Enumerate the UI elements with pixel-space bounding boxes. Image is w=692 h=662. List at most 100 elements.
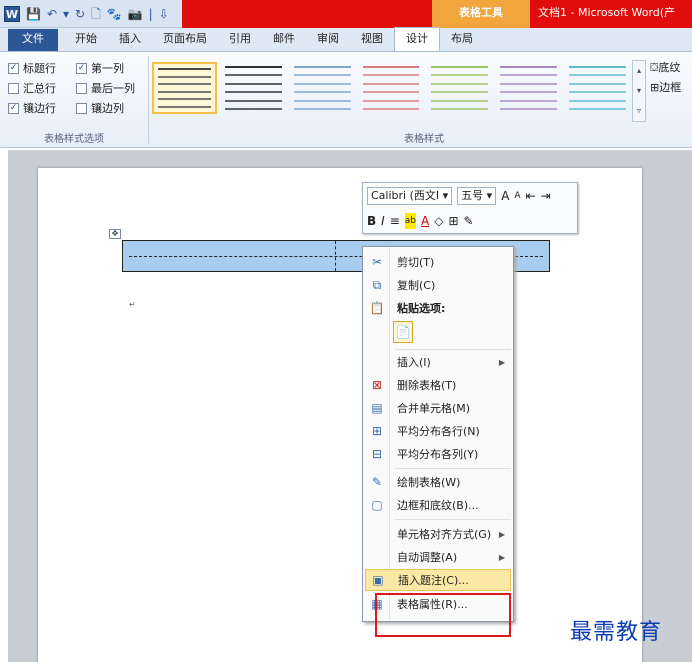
delete-table-icon: ⊠ — [371, 378, 383, 392]
table-style-options: ✓ 标题行 ✓ 第一列 汇总行 最后一列 ✓ 镶边行 镶边列 — [8, 58, 148, 118]
grow-font-icon[interactable]: A — [501, 188, 509, 204]
banded-columns-option[interactable]: 镶边列 — [76, 100, 144, 116]
bold-icon[interactable]: B — [367, 213, 376, 229]
table-style-swatch[interactable] — [152, 62, 217, 114]
italic-icon[interactable]: I — [381, 213, 385, 229]
tab-references[interactable]: 引用 — [218, 29, 262, 51]
new-document-icon[interactable]: 🗋 — [91, 6, 101, 22]
document-title: 文档1 - Microsoft Word(产 — [530, 0, 692, 28]
menu-item-cell-alignment[interactable]: 单元格对齐方式(G) ▶ — [365, 523, 511, 545]
borders-button[interactable]: ⊞边框 — [650, 78, 681, 98]
gallery-scroll[interactable]: ▴ ▾ ▿ — [632, 60, 646, 122]
tab-file[interactable]: 文件 — [8, 29, 58, 51]
tab-mailings[interactable]: 邮件 — [262, 29, 306, 51]
border-icon[interactable]: ⊞ — [448, 213, 458, 229]
menu-separator — [395, 519, 511, 520]
mini-toolbar: Calibri (西文Ⅰ ▾ 五号 ▾ A A ⇤ ⇥ B I ≡ ab A ◇… — [362, 182, 578, 234]
distribute-rows-icon: ⊞ — [371, 424, 383, 438]
borders-icon: ⊞ — [650, 81, 660, 94]
table-style-swatch[interactable] — [565, 62, 630, 114]
undo-icon[interactable]: ↶ — [47, 6, 57, 22]
submenu-arrow-icon: ▶ — [498, 529, 505, 539]
checkbox-checked[interactable]: ✓ — [8, 62, 19, 74]
shading-borders-group: ⛋底纹 ⊞边框 — [650, 58, 681, 98]
increase-indent-icon[interactable]: ⇥ — [541, 188, 551, 204]
merge-cells-icon: ▤ — [371, 401, 383, 415]
menu-item-distribute-columns[interactable]: ⊟ 平均分布各列(Y) — [365, 443, 511, 465]
paragraph-mark: ↵ — [129, 300, 136, 309]
tab-insert[interactable]: 插入 — [108, 29, 152, 51]
menu-item-distribute-rows[interactable]: ⊞ 平均分布各行(N) — [365, 420, 511, 442]
table-style-swatch[interactable] — [290, 62, 355, 114]
format-painter-icon[interactable]: 🐾 — [107, 6, 122, 22]
title-bar: W 💾 ↶ ▾ ↻ 🗋 🐾 📷 | ⇩ 表格工具 文档1 - Microsoft… — [0, 0, 692, 28]
checkbox-unchecked[interactable] — [8, 82, 19, 94]
paste-icon: 📋 — [369, 301, 385, 315]
menu-item-insert[interactable]: 插入(I) ▶ — [365, 351, 511, 373]
first-column-option[interactable]: ✓ 第一列 — [76, 60, 144, 76]
paste-keep-format-icon[interactable]: 📄 — [393, 321, 413, 343]
font-name-select[interactable]: Calibri (西文Ⅰ ▾ — [367, 186, 453, 205]
menu-item-borders-shading[interactable]: ▢ 边框和底纹(B)... — [365, 494, 511, 516]
checkbox-checked[interactable]: ✓ — [8, 102, 19, 114]
document-page[interactable]: ✥ ↵ — [38, 168, 642, 662]
shrink-font-icon[interactable]: A — [514, 188, 520, 204]
title-bar-highlight — [182, 0, 432, 28]
total-row-option[interactable]: 汇总行 — [8, 80, 76, 96]
tab-review[interactable]: 审阅 — [306, 29, 350, 51]
ribbon: ✓ 标题行 ✓ 第一列 汇总行 最后一列 ✓ 镶边行 镶边列 表格样式选项 ▴ ▾ ▿ ⛋… — [0, 52, 692, 148]
menu-item-draw-table[interactable]: ✎ 绘制表格(W) — [365, 471, 511, 493]
center-align-icon[interactable]: ≡ — [390, 213, 400, 229]
shading-icon[interactable]: ◇ — [434, 213, 443, 229]
style-option-row: 汇总行 最后一列 — [8, 78, 148, 98]
table-style-swatch[interactable] — [496, 62, 561, 114]
shading-button[interactable]: ⛋底纹 — [650, 58, 681, 78]
font-color-icon[interactable]: A — [421, 213, 429, 229]
checkbox-unchecked[interactable] — [76, 82, 87, 94]
table-styles-gallery — [152, 58, 630, 124]
table-style-swatch[interactable] — [427, 62, 492, 114]
ribbon-tabs: 文件 开始 插入 页面布局 引用 邮件 审阅 视图 设计 布局 — [0, 27, 692, 52]
menu-separator — [395, 468, 511, 469]
undo-dropdown-icon[interactable]: ▾ — [63, 6, 69, 22]
checkbox-checked[interactable]: ✓ — [76, 62, 87, 74]
menu-item-cut[interactable]: ✂ 剪切(T) — [365, 251, 511, 273]
save-icon[interactable]: 💾 — [26, 6, 41, 22]
tab-design[interactable]: 设计 — [394, 27, 440, 51]
option-label: 第一列 — [91, 62, 124, 75]
table-style-swatch[interactable] — [221, 62, 286, 114]
mini-toolbar-row: Calibri (西文Ⅰ ▾ 五号 ▾ A A ⇤ ⇥ — [363, 183, 577, 208]
customize-qat-icon[interactable]: ⇩ — [159, 6, 169, 22]
table-tools-context-label: 表格工具 — [432, 0, 530, 28]
table-style-swatch[interactable] — [359, 62, 424, 114]
menu-separator — [395, 349, 511, 350]
decrease-indent-icon[interactable]: ⇤ — [526, 188, 536, 204]
menu-item-insert-caption[interactable]: ▣ 插入题注(C)... — [365, 569, 511, 591]
table-column-divider — [335, 241, 336, 271]
borders-icon: ▢ — [371, 498, 383, 512]
checkbox-unchecked[interactable] — [76, 102, 87, 114]
menu-item-merge-cells[interactable]: ▤ 合并单元格(M) — [365, 397, 511, 419]
header-row-option[interactable]: ✓ 标题行 — [8, 60, 76, 76]
banded-rows-option[interactable]: ✓ 镶边行 — [8, 100, 76, 116]
redo-icon[interactable]: ↻ — [75, 6, 85, 22]
word-logo-icon[interactable]: W — [4, 6, 20, 22]
menu-item-delete-table[interactable]: ⊠ 删除表格(T) — [365, 374, 511, 396]
tab-view[interactable]: 视图 — [350, 29, 394, 51]
tab-home[interactable]: 开始 — [64, 29, 108, 51]
tab-page-layout[interactable]: 页面布局 — [152, 29, 218, 51]
style-option-row: ✓ 镶边行 镶边列 — [8, 98, 148, 118]
format-painter-icon[interactable]: ✎ — [464, 213, 474, 229]
submenu-arrow-icon: ▶ — [498, 357, 505, 367]
table-move-handle-icon[interactable]: ✥ — [109, 229, 121, 239]
tab-layout[interactable]: 布局 — [440, 29, 484, 51]
option-label: 镶边行 — [23, 102, 56, 115]
context-menu: ✂ 剪切(T) ⧉ 复制(C) 📋 粘贴选项: 📄 插入(I) ▶ ⊠ 删除表格(T) ▤… — [362, 246, 514, 622]
picture-icon[interactable]: 📷 — [128, 6, 143, 22]
font-size-select[interactable]: 五号 ▾ — [457, 186, 497, 205]
menu-item-autofit[interactable]: 自动调整(A) ▶ — [365, 546, 511, 568]
highlight-icon[interactable]: ab — [404, 212, 416, 229]
draw-table-icon: ✎ — [371, 475, 383, 489]
menu-item-copy[interactable]: ⧉ 复制(C) — [365, 274, 511, 296]
last-column-option[interactable]: 最后一列 — [76, 80, 144, 96]
